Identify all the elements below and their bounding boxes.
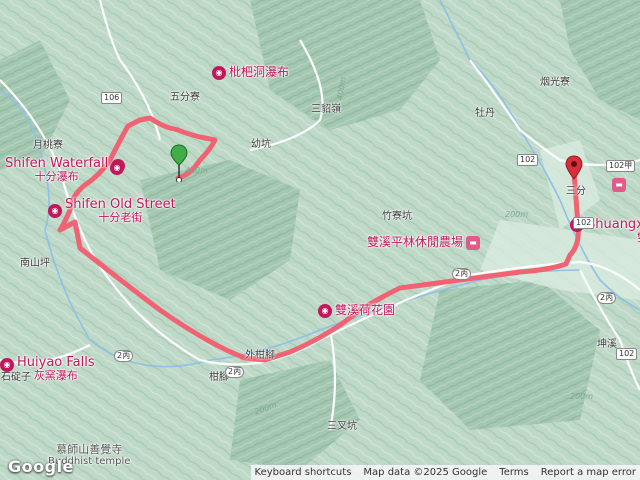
place-label: 三叉坑 xyxy=(327,421,357,432)
google-logo: Google xyxy=(8,457,74,476)
attribution-bar: Keyboard shortcuts Map data ©2025 Google… xyxy=(250,465,640,480)
poi-shuangxi-farm[interactable]: 雙溪平林休閒農場 ▬ xyxy=(367,236,481,250)
map-data-text: Map data ©2025 Google xyxy=(363,467,488,478)
road-shield: 2丙 xyxy=(225,366,245,378)
poi-shuangxi-lotus[interactable]: ◉ 雙溪荷花園 xyxy=(318,304,395,318)
camera-icon: ◉ xyxy=(212,66,226,80)
road-shield: 102 xyxy=(616,348,638,360)
road-shield: 102 xyxy=(517,154,539,166)
camera-icon: ◉ xyxy=(318,304,332,318)
place-label: 幼坑 xyxy=(251,139,271,150)
contour-label: 400m xyxy=(185,166,209,175)
road-shield: 2丙 xyxy=(452,268,472,280)
contour-label: 200m xyxy=(570,392,594,401)
camera-icon: ◉ xyxy=(110,161,124,175)
place-label: 牡丹 xyxy=(475,108,495,119)
poi-hotel[interactable]: ▬ xyxy=(612,178,626,192)
end-marker-icon[interactable] xyxy=(565,155,583,185)
contour-label: 200m xyxy=(505,210,529,219)
place-label: 外柑腳 xyxy=(245,350,275,361)
place-label: 三貂嶺 xyxy=(311,104,341,115)
start-marker-icon[interactable] xyxy=(170,144,188,182)
place-label: 坤溪 xyxy=(597,339,617,350)
map-canvas[interactable] xyxy=(0,0,640,480)
bed-icon: ▬ xyxy=(612,178,626,192)
poi-shifen-old-street[interactable]: ◉ Shifen Old Street 十分老街 xyxy=(48,197,176,224)
road-shield: 2丙 xyxy=(597,292,617,304)
place-label: 三分 xyxy=(566,186,586,197)
road-shield: 102 xyxy=(573,217,595,229)
terms-link[interactable]: Terms xyxy=(499,467,528,478)
poi-pipa-waterfall[interactable]: ◉ 枇杷洞瀑布 xyxy=(212,66,289,80)
camera-icon: ◉ xyxy=(48,204,62,219)
road-shield: 102甲 xyxy=(606,160,636,172)
place-label: 五分寮 xyxy=(170,92,200,103)
place-label: 南山坪 xyxy=(20,258,50,269)
camera-icon: ◉ xyxy=(0,358,14,372)
place-label: 月桃寮 xyxy=(33,140,63,151)
place-label: 竹寮坑 xyxy=(382,211,412,222)
poi-huiyao-falls[interactable]: ◉ Huiyao Falls 灰窯瀑布 xyxy=(0,355,95,382)
keyboard-shortcuts-link[interactable]: Keyboard shortcuts xyxy=(255,467,352,478)
bed-icon: ▬ xyxy=(466,236,481,250)
road-shield: 2丙 xyxy=(114,350,134,362)
poi-shifen-waterfall[interactable]: Shifen Waterfall 十分瀑布 ◉ xyxy=(5,156,126,183)
poi-shifen-waterfall-pin[interactable]: ◉ xyxy=(110,161,124,175)
place-label: 烟光寮 xyxy=(540,77,570,88)
road-shield: 106 xyxy=(101,92,123,104)
report-error-link[interactable]: Report a map error xyxy=(541,467,636,478)
